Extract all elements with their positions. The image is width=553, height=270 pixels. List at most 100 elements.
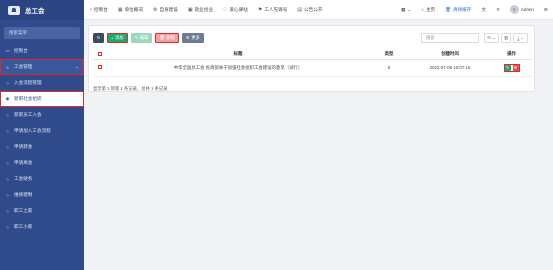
heart-icon: ♡ [222, 6, 228, 13]
document-icon: ▤ [297, 6, 303, 13]
refresh-button[interactable]: ↻ [93, 33, 104, 43]
select-all-checkbox[interactable] [98, 51, 102, 56]
sidebar-item-maintenance[interactable]: ○ 维修建制 [0, 187, 84, 203]
row-delete-button[interactable]: ✖ [512, 64, 519, 71]
edit-button[interactable]: ✎ 编辑 [130, 33, 153, 43]
briefcase-icon: ▣ [187, 6, 193, 13]
circle-icon: ○ [6, 80, 9, 86]
grid-icon: ▦ [400, 6, 406, 12]
sidebar-item-finance[interactable]: ○ 工会财务 [0, 171, 84, 187]
row-created: 2022-07-08 10:07:16 [409, 59, 491, 77]
circle-icon: ◉ [5, 96, 10, 101]
top-menu-unit-overview[interactable]: ▦ 单位概况 [113, 0, 148, 20]
home-icon: ⌂ [421, 7, 424, 12]
sidebar-search-input[interactable]: 搜索菜单 [4, 27, 80, 39]
gear-icon: ⚙ [152, 6, 158, 13]
translate-icon: 文 [481, 6, 486, 12]
sidebar-item-join-process[interactable]: ○ 入会流程管理 [0, 75, 84, 91]
header-checkbox-cell [93, 50, 107, 60]
table-tools: ☷ ⌄ ▥ ⤓ ⌄ [484, 33, 528, 43]
avatar: ☺ [509, 5, 519, 14]
dashboard-icon: ◔ [89, 6, 93, 13]
logo-text: 总工会 [25, 8, 45, 15]
chevron-down-icon: ⌄ [492, 35, 496, 40]
logo-bar: ☗ 总工会 [0, 0, 84, 20]
sidebar-item-dashboard[interactable]: ▭ 控制台 [0, 43, 84, 59]
header-actions: 操作 [491, 50, 532, 60]
circle-icon: ○ [6, 144, 9, 150]
top-right: ▦ ⌄ ⌂ 主页 🗑 清除缓存 文 ✕ ☺ Admin ⚙ [396, 0, 553, 20]
export-button[interactable]: ⤓ ⌄ [513, 33, 528, 43]
top-menu-pioneer[interactable]: ⚑ 工人先锋号 [253, 0, 292, 20]
circle-icon: ○ [6, 112, 9, 118]
circle-icon: ○ [6, 160, 9, 166]
refresh-icon: ↻ [96, 35, 101, 40]
settings-button[interactable]: ⚙ [539, 0, 553, 20]
pencil-icon: ✎ [505, 65, 510, 70]
sidebar-item-union-management[interactable]: ≡ 工会管理 ⌄ [0, 59, 84, 75]
top-menu: ◔ 控制台 ▦ 单位概况 ⚙ 自身建设 ▣ 就业创业 ♡ 爱心驿站 ⚑ 工人先锋号 ▤ 公告公… [84, 0, 327, 20]
delete-button[interactable]: 🗑 删除 [155, 33, 179, 43]
user-menu[interactable]: ☺ Admin [505, 0, 539, 20]
row-action-group: ✎ ✖ [503, 63, 520, 72]
toolbar: ↻ + 添加 ✎ 编辑 🗑 删除 ⚙ 更多 [93, 33, 204, 43]
row-type: 5 [369, 59, 409, 77]
sidebar-item-new-staff-join[interactable]: ○ 新职员工入会 [0, 107, 84, 123]
content-card: ↻ + 添加 ✎ 编辑 🗑 删除 ⚙ 更多 搜索 ☷ ⌄ ▥ ⤓ ⌄ 标题 类型 创建时间 … [88, 25, 535, 92]
fullscreen-icon: ✕ [495, 6, 500, 12]
view-toggle-button[interactable]: ☷ ⌄ [484, 33, 499, 43]
top-bar: ◔ 控制台 ▦ 单位概况 ⚙ 自身建设 ▣ 就业创业 ♡ 爱心驿站 ⚑ 工人先锋号 ▤ 公告公… [84, 0, 553, 20]
circle-icon: ○ [6, 208, 9, 214]
chevron-down-icon: ⌄ [407, 6, 412, 12]
list-icon: ☷ [487, 35, 492, 40]
header-title: 标题 [107, 50, 369, 60]
cog-icon: ⚙ [185, 35, 190, 40]
download-icon: ⤓ [517, 35, 520, 41]
top-menu-love-station[interactable]: ♡ 爱心驿站 [218, 0, 253, 20]
row-checkbox[interactable] [98, 65, 102, 69]
home-button[interactable]: ⌂ 主页 [416, 0, 440, 20]
sidebar: ☗ 总工会 搜索菜单 ▭ 控制台 ≡ 工会管理 ⌄ ○ 入会流程管理 ◉ 新职社… [0, 0, 84, 270]
add-button[interactable]: + 添加 [107, 33, 128, 43]
row-edit-button[interactable]: ✎ [504, 64, 511, 71]
data-table: 标题 类型 创建时间 操作 中华全国总工会 民政部关于加强社会组织工会建设的意见… [93, 50, 532, 77]
pagination-info: 显示第 1 到第 1 条记录，总共 1 条记录 [93, 86, 168, 91]
trash-icon: 🗑 [159, 35, 165, 40]
search-input[interactable]: 搜索 [421, 33, 479, 43]
columns-button[interactable]: ▥ [501, 33, 511, 43]
clear-cache-button[interactable]: 🗑 清除缓存 [440, 0, 476, 20]
table-row[interactable]: 中华全国总工会 民政部关于加强社会组织工会建设的意见（试行） 5 2022-07… [93, 59, 532, 77]
sidebar-item-new-social-org[interactable]: ◉ 新职社会组织 [0, 91, 84, 107]
circle-icon: ○ [6, 176, 9, 182]
sidebar-item-leave[interactable]: ○ 申请离会 [0, 155, 84, 171]
chevron-down-icon: ⌄ [520, 35, 524, 40]
gear-icon: ⚙ [543, 6, 548, 12]
sidebar-item-staff-small-home[interactable]: ○ 职工小家 [0, 219, 84, 235]
circle-icon: ○ [6, 128, 9, 134]
more-button[interactable]: ⚙ 更多 [181, 33, 204, 43]
top-menu-dashboard[interactable]: ◔ 控制台 [84, 0, 113, 20]
sidebar-item-staff-home[interactable]: ○ 职工之家 [0, 203, 84, 219]
row-actions: ✎ ✖ [491, 59, 532, 77]
pencil-icon: ✎ [134, 35, 139, 40]
language-button[interactable]: 文 [476, 0, 491, 20]
chevron-down-icon: ⌄ [75, 64, 79, 69]
top-menu-employment[interactable]: ▣ 就业创业 [183, 0, 218, 20]
plus-icon: + [111, 35, 114, 41]
flag-icon: ⚑ [257, 6, 263, 13]
grid-menu-button[interactable]: ▦ ⌄ [396, 0, 416, 20]
sidebar-item-apply-join[interactable]: ○ 申请加入工会流程 [0, 123, 84, 139]
trash-icon: 🗑 [445, 6, 451, 12]
menu-icon: ≡ [6, 64, 9, 70]
table-header-row: 标题 类型 创建时间 操作 [93, 50, 532, 60]
monitor-icon: ▭ [5, 48, 10, 53]
sidebar-item-transfer[interactable]: ○ 申请转会 [0, 139, 84, 155]
top-menu-self-building[interactable]: ⚙ 自身建设 [148, 0, 183, 20]
circle-icon: ○ [6, 224, 9, 230]
circle-icon: ○ [6, 192, 9, 198]
top-menu-announcement[interactable]: ▤ 公告公开 [292, 0, 327, 20]
columns-icon: ▥ [503, 35, 509, 40]
header-type: 类型 [369, 50, 409, 60]
trash-icon: ✖ [513, 65, 518, 70]
fullscreen-button[interactable]: ✕ [491, 0, 505, 20]
